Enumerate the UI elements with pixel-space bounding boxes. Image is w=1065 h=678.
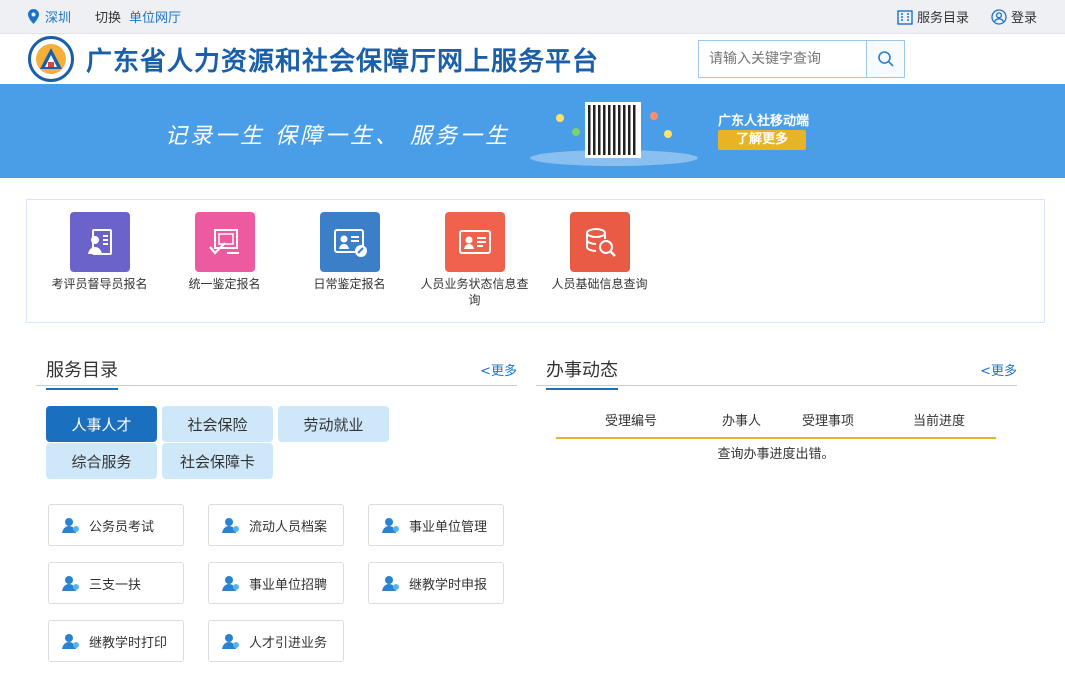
catalog-item-label: 继教学时打印 <box>89 635 168 651</box>
switch-city-link[interactable]: 切换 <box>95 7 121 26</box>
user-icon <box>62 576 79 591</box>
catalog-item[interactable]: 事业单位管理 <box>368 504 504 546</box>
decor-dot <box>650 112 658 120</box>
service-label: 统一鉴定报名 <box>188 277 261 291</box>
catalog-item-label: 事业单位管理 <box>409 519 488 535</box>
catalog-item[interactable]: 事业单位招聘 <box>208 562 344 604</box>
catalog-item-label: 公务员考试 <box>89 519 155 535</box>
id-card-edit-icon <box>319 212 380 272</box>
progress-table-header: 受理编号 办事人 受理事项 当前进度 <box>556 405 996 439</box>
tab-hr-talent[interactable]: 人事人才 <box>46 406 157 442</box>
service-basic-info-query[interactable]: 人员基础信息查询 <box>542 212 657 292</box>
progress-error-message: 查询办事进度出错。 <box>717 447 835 462</box>
tab-social-insurance[interactable]: 社会保险 <box>162 406 273 442</box>
column-header: 受理编号 <box>605 414 658 429</box>
unit-portal-link[interactable]: 单位网厅 <box>129 7 181 26</box>
user-icon <box>222 576 239 591</box>
learn-more-button[interactable]: 了解更多 <box>718 130 806 150</box>
id-card-icon <box>444 212 505 272</box>
catalog-item[interactable]: 流动人员档案 <box>208 504 344 546</box>
tab-general-services[interactable]: 综合服务 <box>46 443 157 479</box>
service-catalog-link[interactable]: 服务目录 <box>897 7 969 26</box>
catalog-item-label: 流动人员档案 <box>249 519 328 535</box>
service-label: 日常鉴定报名 <box>313 277 386 291</box>
mobile-label: 广东人社移动端 <box>718 114 810 129</box>
catalog-item[interactable]: 三支一扶 <box>48 562 184 604</box>
service-daily-appraisal[interactable]: 日常鉴定报名 <box>292 212 407 292</box>
catalog-title: 服务目录 <box>46 356 118 390</box>
user-icon <box>382 576 399 591</box>
search-input[interactable] <box>699 41 866 77</box>
certificate-check-icon <box>194 212 255 272</box>
banner-slogan: 记录一生 保障一生、 服务一生 <box>165 124 510 149</box>
banner: 记录一生 保障一生、 服务一生 广东人社移动端 了解更多 <box>0 84 1065 178</box>
site-header: 广东省人力资源和社会保障厅网上服务平台 <box>0 34 1065 84</box>
login-label: 登录 <box>1010 11 1037 26</box>
user-circle-icon <box>991 8 1007 25</box>
qr-code <box>585 102 641 158</box>
catalog-item[interactable]: 继教学时申报 <box>368 562 504 604</box>
decor-dot <box>572 128 580 136</box>
building-icon <box>897 9 913 25</box>
service-label: 人员基础信息查询 <box>551 277 648 291</box>
catalog-item-label: 事业单位招聘 <box>249 577 328 593</box>
catalog-more-link[interactable]: <更多 <box>480 360 517 379</box>
service-label: 考评员督导员报名 <box>51 277 148 291</box>
quick-services-panel: 考评员督导员报名 统一鉴定报名 日常鉴定报名 人员业务状态信息查询 人员基础信息… <box>26 199 1045 323</box>
site-title: 广东省人力资源和社会保障厅网上服务平台 <box>86 46 600 77</box>
search-icon <box>877 51 894 67</box>
service-unified-appraisal[interactable]: 统一鉴定报名 <box>167 212 282 292</box>
column-header: 办事人 <box>722 414 762 429</box>
service-catalog-label: 服务目录 <box>916 11 969 26</box>
id-badge-icon <box>69 212 130 272</box>
emblem-icon <box>36 44 66 74</box>
catalog-item-label: 继教学时申报 <box>409 577 488 593</box>
login-link[interactable]: 登录 <box>991 7 1037 26</box>
location-pin-icon <box>28 9 39 24</box>
catalog-item-label: 人才引进业务 <box>249 635 328 651</box>
tab-social-security-card[interactable]: 社会保障卡 <box>162 443 273 479</box>
search-button[interactable] <box>866 41 904 77</box>
search-box <box>698 40 905 78</box>
column-header: 当前进度 <box>913 414 966 429</box>
service-status-query[interactable]: 人员业务状态信息查询 <box>417 212 532 308</box>
catalog-item[interactable]: 人才引进业务 <box>208 620 344 662</box>
progress-title: 办事动态 <box>546 356 618 390</box>
catalog-item[interactable]: 继教学时打印 <box>48 620 184 662</box>
city-label: 深圳 <box>45 11 72 26</box>
decor-dot <box>556 114 564 122</box>
catalog-item-label: 三支一扶 <box>89 577 142 593</box>
top-bar: 深圳 切换 单位网厅 服务目录 登录 <box>0 0 1065 34</box>
column-header: 受理事项 <box>802 414 855 429</box>
service-assessor-signup[interactable]: 考评员督导员报名 <box>42 212 157 292</box>
decor-dot <box>664 130 672 138</box>
catalog-header: 服务目录 <更多 <box>36 352 517 390</box>
catalog-item[interactable]: 公务员考试 <box>48 504 184 546</box>
tab-employment[interactable]: 劳动就业 <box>278 406 389 442</box>
user-icon <box>222 518 239 533</box>
database-search-icon <box>569 212 630 272</box>
user-icon <box>382 518 399 533</box>
user-icon <box>62 634 79 649</box>
service-label: 人员业务状态信息查询 <box>420 277 529 307</box>
user-icon <box>222 634 239 649</box>
progress-more-link[interactable]: <更多 <box>980 360 1017 379</box>
user-icon <box>62 518 79 533</box>
progress-header: 办事动态 <更多 <box>536 352 1017 390</box>
emblem-logo[interactable] <box>28 36 74 82</box>
city-selector[interactable]: 深圳 <box>28 7 71 26</box>
